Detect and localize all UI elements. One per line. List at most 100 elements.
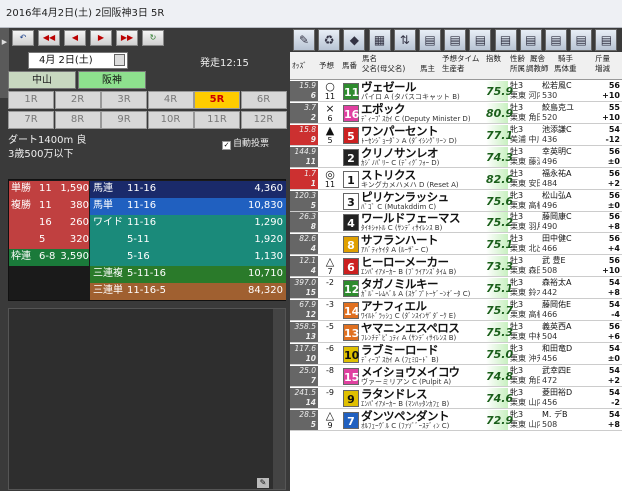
toolbar-tool-icon[interactable]: ▤ [419,29,441,51]
horse-name-cell[interactable]: アナフィエル ﾜｲﾙﾄﾞﾗｯｼｭ C (ﾀﾞﾝｽｲﾝｻﾞﾀﾞｰｸ E) [361,300,491,320]
table-row[interactable]: 144.9 11 2 クリノサンレオ ｶｼﾞﾉﾊﾟﾘｰ C (ﾃﾞｨｸﾞﾌｫｰ D) 74… [290,146,622,168]
prediction-cell[interactable]: -9 [319,388,341,408]
horse-name-cell[interactable]: ヴェゼール パイロ A (タバスコキャット B) [361,81,491,101]
toolbar-tool-icon[interactable]: ▦ [368,29,391,51]
horse-name-cell[interactable]: ワンパーセント ﾄｰｾﾝｼﾞｮｰﾀﾞﾝ A (ﾀﾞｲｼﾝｸﾞﾘｰﾝ D) [361,125,491,145]
race-button[interactable]: 2R [54,91,101,109]
table-row[interactable]: 28.5 5 △ 9 7 ダンツペンダント ｵﾙﾌｪｰｳﾞﾙ C (ﾌｧｿﾞﾞｰｽﾃﾞｨﾝ … [290,409,622,431]
table-row[interactable]: 15.9 6 ○ 11 11 ヴェゼール パイロ A (タバスコキャット B) 75.9 牡3 栗… [290,81,622,102]
refresh-icon[interactable]: ↻ [142,30,164,46]
race-button[interactable]: 3R [101,91,147,109]
race-button[interactable]: 6R [240,91,287,109]
prediction-cell[interactable]: △ 9 [319,410,341,430]
toolbar-tool-icon[interactable]: ◆ [343,29,366,51]
toolbar-tool-icon[interactable]: ♻ [318,29,341,51]
calendar-icon[interactable] [114,54,125,66]
sex-age-cell: 牝3栗東 角田晃 [510,366,540,386]
race-button[interactable]: 5R [194,91,240,109]
toolbar-tool-icon[interactable]: ▤ [545,29,567,51]
prediction-cell[interactable]: -3 [319,300,341,320]
horse-name-cell[interactable]: ダンツペンダント ｵﾙﾌｪｰｳﾞﾙ C (ﾌｧｿﾞﾞｰｽﾃﾞｨﾝ C) [361,410,491,430]
prediction-cell[interactable]: △ 7 [319,256,341,276]
prediction-cell[interactable]: -5 [319,322,341,342]
prediction-cell[interactable] [319,212,341,232]
horse-name-cell[interactable]: ストリクス キングカメハメハ D (Reset A) [361,169,491,189]
toolbar-tool-icon[interactable]: ▤ [570,29,593,51]
horse-name-cell[interactable]: ピリケンラッシュ ﾊﾞｺﾞ C (Mutakddim C) [361,191,491,211]
table-row[interactable]: 120.3 5 3 ピリケンラッシュ ﾊﾞｺﾞ C (Mutakddim C) 75.6 牝… [290,190,622,212]
horse-weight: 490 [542,222,558,232]
table-row[interactable]: 12.1 4 △ 7 6 ヒーローメーカー ｴﾝﾊﾟｲｱﾒｰｶｰ B (ﾌﾞﾗｲｱﾝｽﾞﾀｲ… [290,256,622,278]
toolbar-tool-icon[interactable]: ▤ [519,29,542,51]
table-row[interactable]: 241.5 14 -9 9 ラタンドレス ｴﾝﾊﾟｲｱﾒｰｶｰ B (ﾏﾝﾊｯﾀﾝｶﾌｪ … [290,387,622,409]
table-row[interactable]: 67.9 12 -3 14 アナフィエル ﾜｲﾙﾄﾞﾗｯｼｭ C (ﾀﾞﾝｽｲﾝｻﾞﾀﾞｰ… [290,300,622,321]
horse-name-cell[interactable]: エポック ﾃﾞｨｰﾌﾟｽｶｲ C (Deputy Minister D) [361,103,491,123]
race-button[interactable]: 1R [8,91,54,109]
prediction-cell[interactable]: -6 [319,344,341,364]
horse-name-cell[interactable]: ワールドフェーマス ﾀｲｷｼｬﾄﾙ C (ｻﾝﾃﾞｨｻｲﾚﾝｽ B) [361,212,491,232]
horse-name-cell[interactable]: クリノサンレオ ｶｼﾞﾉﾊﾟﾘｰ C (ﾃﾞｨｸﾞﾌｫｰ D) [361,147,491,167]
first-race-button[interactable]: ◀◀ [38,30,60,46]
horse-name-cell[interactable]: メイショウメイコウ ヴァーミリアン C (Pulpit A) [361,365,491,386]
race-button[interactable]: 10R [147,111,194,129]
prediction-cell[interactable]: -8 [319,366,341,386]
prediction-cell[interactable] [319,191,341,211]
memo-scrollbar[interactable] [273,309,285,489]
prediction-cell[interactable] [319,234,341,254]
table-row[interactable]: 1.7 1 ◎ 11 1 ストリクス キングカメハメハ D (Reset A) 82.6 牡3 栗… [290,168,622,190]
horse-name-cell[interactable]: ヒーローメーカー ｴﾝﾊﾟｲｱﾒｰｶｰ B (ﾌﾞﾗｲｱﾝｽﾞﾀｲﾑ B) [361,256,491,276]
horse-name-cell[interactable]: サフランハート ｱﾊﾞﾃｨｹｲﾀ A (ﾙｰｻﾞｰ C) [361,234,491,254]
race-button[interactable]: 4R [147,91,194,109]
toolbar-tool-icon[interactable]: ▤ [494,29,517,51]
race-button[interactable]: 8R [54,111,101,129]
race-number-grid: 1R 2R 3R 4R 5R 6R 7R 8R 9R 10R 11R 12R [8,91,287,129]
race-button[interactable]: 9R [101,111,147,129]
pencil-icon[interactable]: ✎ [257,478,269,488]
table-row[interactable]: 26.3 8 4 ワールドフェーマス ﾀｲｷｼｬﾄﾙ C (ｻﾝﾃﾞｨｻｲﾚﾝｽ B) 7… [290,212,622,234]
table-row[interactable]: 117.6 10 -6 10 ラブミーロード ﾃﾞｨｰﾌﾟｽｶｲ A (ﾌｪﾐﾛｰﾄﾞ B… [290,343,622,365]
jockey: 藤岡佑E [542,300,572,309]
sex-age-cell: 牝3栗東 山内研 [510,410,540,430]
next-race-button[interactable]: ▶ [90,30,112,46]
race-button[interactable]: 11R [194,111,240,129]
payout-combo: 5-11-16 [127,268,167,279]
prediction-cell[interactable]: -2 [319,278,341,298]
odds-cell: 26.3 8 [290,212,318,233]
table-row[interactable]: 15.8 9 ▲ 5 5 ワンパーセント ﾄｰｾﾝｼﾞｮｰﾀﾞﾝ A (ﾀﾞｲｼﾝｸﾞﾘｰﾝ… [290,124,622,146]
memo-area[interactable]: ✎ [8,308,286,490]
toolbar-tool-icon[interactable]: ▤ [444,29,467,51]
weight-diff: +2 [607,375,620,385]
prediction-cell[interactable]: ◎ 11 [319,169,341,189]
table-row[interactable]: 397.0 15 -2 12 タガノミルキー ｶﾞﾙﾞｰﾚﾑﾍﾞﾙ A (ｽｹﾞﾌﾟﾄｰｹ… [290,278,622,300]
race-button[interactable]: 7R [8,111,54,129]
auto-vote-checkbox[interactable]: ✓ 自動投票 [222,136,269,150]
horse-name-cell[interactable]: ラタンドレス ｴﾝﾊﾟｲｱﾒｰｶｰ B (ﾏﾝﾊｯﾀﾝｶﾌｪ B) [361,388,491,408]
prediction-cell[interactable]: ○ 11 [319,81,341,101]
prediction-cell[interactable]: × 6 [319,103,341,123]
last-race-button[interactable]: ▶▶ [116,30,138,46]
toolbar-tool-icon[interactable]: ✎ [293,29,315,51]
table-row[interactable]: 82.6 4 8 サフランハート ｱﾊﾞﾃｨｹｲﾀ A (ﾙｰｻﾞｰ C) 75.1 牡3 栗… [290,234,622,256]
race-button[interactable]: 12R [240,111,287,129]
horse-name: メイショウメイコウ [361,365,460,378]
prediction-cell[interactable]: ▲ 5 [319,125,341,145]
toolbar-tool-icon[interactable]: ▤ [469,29,492,51]
checkbox-icon[interactable]: ✓ [222,141,231,150]
horse-name-cell[interactable]: タガノミルキー ｶﾞﾙﾞｰﾚﾑﾍﾞﾙ A (ｽｹﾞﾌﾟﾄｰｹﾞｰﾝｵﾞｰﾀ C) [361,278,491,298]
table-row[interactable]: 3.7 2 × 6 16 エポック ﾃﾞｨｰﾌﾟｽｶｲ C (Deputy Minister… [290,102,622,124]
table-row[interactable]: 358.5 13 -5 13 ヤマニンエスペロス ﾌﾚﾝﾁﾃﾞﾋﾟｭﾃｨ A (ｻﾝﾃﾞｨ… [290,321,622,343]
prediction-cell[interactable] [319,147,341,167]
toolbar-tool-icon[interactable]: ⇅ [393,29,416,51]
back-icon[interactable]: ↶ [12,30,34,46]
speed-index: 75.9 [486,81,513,101]
tab-venue-nakayama[interactable]: 中山 [8,71,76,89]
tab-venue-hanshin[interactable]: 阪神 [78,71,146,89]
popularity: 4 [310,244,316,254]
horse-name-cell[interactable]: ヤマニンエスペロス ﾌﾚﾝﾁﾃﾞﾋﾟｭﾃｨ A (ｻﾝﾃﾞｨｻｲﾚﾝｽ B) [361,322,491,342]
table-row[interactable]: 25.0 7 -8 15 メイショウメイコウ ヴァーミリアン C (Pulpit A) 74… [290,365,622,387]
date-picker[interactable]: 4月 2日(土) [28,52,128,69]
trainer: 美浦 中川公 [510,134,540,144]
prev-race-button[interactable]: ◀ [64,30,86,46]
horse-name-cell[interactable]: ラブミーロード ﾃﾞｨｰﾌﾟｽｶｲ A (ﾌｪﾐﾛｰﾄﾞ B) [361,344,491,364]
toolbar-tool-icon[interactable]: ▤ [595,29,618,51]
